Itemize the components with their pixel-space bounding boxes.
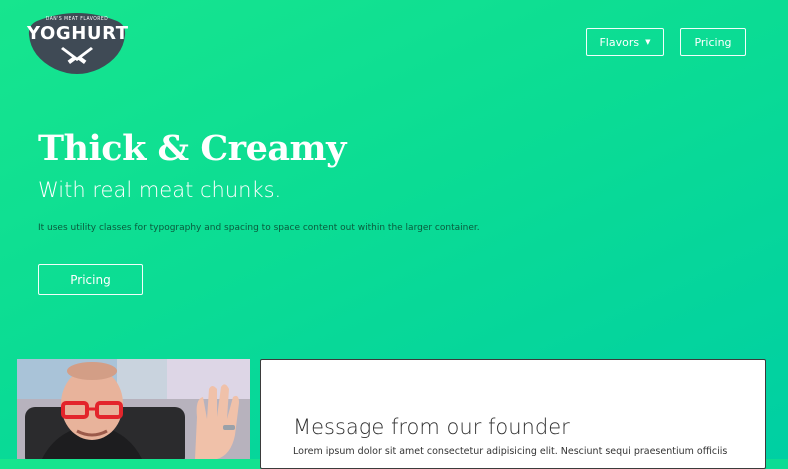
flavors-label: Flavors — [599, 35, 640, 49]
nav-pricing-button[interactable]: Pricing — [680, 28, 746, 56]
crossed-knives-icon — [61, 47, 93, 65]
founder-message-card: Message from our founder Lorem ipsum dol… — [260, 359, 766, 469]
hero-pricing-label: Pricing — [70, 272, 111, 287]
hero-description: It uses utility classes for typography a… — [38, 223, 480, 233]
brand-logo[interactable]: DAN'S MEAT FLAVORED YOGHURT — [27, 9, 129, 75]
founder-photo-illustration — [17, 359, 250, 459]
hero-title: Thick & Creamy — [38, 128, 346, 169]
founder-message-title: Message from our founder — [293, 415, 570, 439]
nav-pricing-label: Pricing — [694, 35, 732, 49]
flavors-dropdown-button[interactable]: Flavors ▼ — [586, 28, 664, 56]
hero-pricing-button[interactable]: Pricing — [38, 264, 143, 295]
logo-tagline: DAN'S MEAT FLAVORED — [45, 16, 109, 22]
hero-subtitle: With real meat chunks. — [38, 178, 282, 202]
logo-name: YOGHURT — [27, 23, 129, 44]
caret-down-icon: ▼ — [645, 38, 651, 46]
founder-message-text: Lorem ipsum dolor sit amet consectetur a… — [293, 446, 728, 457]
founder-photo — [17, 359, 250, 459]
